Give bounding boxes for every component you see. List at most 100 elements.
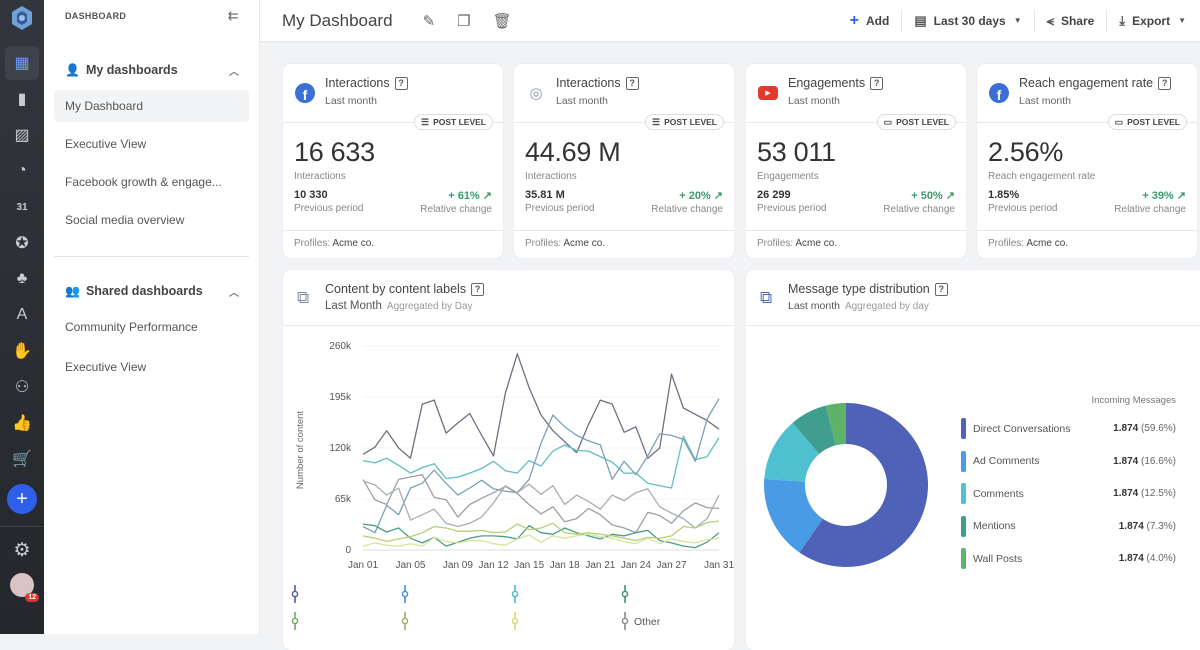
profiles-value: Acme co. [332, 238, 375, 249]
export-dropdown[interactable]: ⤓ Export ▼ [1107, 10, 1200, 32]
share-button[interactable]: ⪪ Share [1035, 9, 1108, 32]
multi-network-icon: ◎ [529, 85, 543, 102]
legend-label: Ad Comments [973, 455, 1040, 467]
plus-icon: + [849, 11, 860, 29]
previous-label: Previous period [294, 203, 364, 214]
group-my-dashboards[interactable]: 👤 My dashboards ︿ [44, 56, 259, 84]
shield-icon[interactable]: A [5, 298, 39, 332]
previous-value: 35.81 M [525, 189, 565, 201]
listening-icon[interactable]: ◔ [5, 154, 39, 188]
sidebar-item-my-dashboard[interactable]: My Dashboard [54, 90, 249, 122]
legend-value: 1.874 (59.6%) [1113, 423, 1176, 434]
app-logo-icon[interactable] [8, 4, 36, 32]
notification-badge: 12 [25, 593, 39, 602]
chart-title: Content by content labels [325, 282, 467, 296]
image-icon[interactable]: ▨ [5, 118, 39, 152]
y-tick-label: 195k [329, 392, 352, 403]
legend-item[interactable]: Direct Conversations 1.874 (59.6%) [961, 418, 1176, 439]
legend-value: 1.874 (16.6%) [1113, 456, 1176, 467]
share-label: Share [1060, 13, 1095, 28]
kpi-value-label: Interactions [294, 171, 346, 182]
legend-percent: (7.3%) [1146, 520, 1176, 532]
kpi-period: Last month [788, 95, 840, 107]
kpi-footer: Profiles: Acme co. [746, 231, 966, 256]
sidebar-item-executive-view[interactable]: Executive View [54, 128, 249, 160]
help-icon[interactable]: ? [934, 282, 948, 296]
hand-plus-icon[interactable]: ✋ [5, 334, 39, 368]
legend-label: Wall Posts [973, 552, 1023, 565]
relative-change-label: Relative change [420, 204, 492, 215]
duplicate-icon[interactable]: ❐ [457, 12, 470, 30]
legend-marker [621, 590, 629, 598]
kpi-value: 44.69 M [525, 137, 621, 167]
sidebar-item-community-performance[interactable]: Community Performance [54, 311, 249, 343]
caret-down-icon: ▼ [1013, 16, 1022, 25]
x-tick-label: Jan 15 [514, 560, 544, 571]
chart-period: Last Month [325, 300, 382, 312]
chevron-up-icon[interactable]: ︿ [229, 284, 239, 299]
legend-count: 1.874 [1113, 455, 1139, 467]
legend-marker [511, 590, 519, 598]
legend-count: 1.874 [1113, 423, 1139, 434]
relative-change: + 39% ↗ [1142, 190, 1186, 202]
kpi-card: ▶ Engagements? Last month ▭ POST LEVEL 53… [746, 64, 966, 258]
add-label: Add [866, 13, 890, 28]
group-shared-dashboards[interactable]: 👥 Shared dashboards ︿ [44, 277, 259, 305]
legend-item[interactable]: Comments 1.874 (12.5%) [961, 483, 1176, 504]
profiles-label: Profiles: [757, 238, 794, 249]
legend-item[interactable]: Ad Comments 1.874 (16.6%) [961, 450, 1176, 472]
series-line [362, 480, 720, 529]
relative-change-label: Relative change [1114, 204, 1186, 215]
export-label: Export [1132, 13, 1171, 28]
bar-chart-icon[interactable]: ▮ [5, 82, 39, 116]
sidebar-item-shared-executive-view[interactable]: Executive View [54, 351, 249, 383]
kpi-value: 16 633 [294, 137, 375, 167]
date-range-label: Last 30 days [933, 13, 1006, 28]
previous-value: 26 299 [757, 189, 791, 201]
help-icon[interactable]: ? [1158, 76, 1172, 90]
previous-value: 10 330 [294, 189, 328, 201]
legend-marker [291, 617, 299, 625]
cart-icon[interactable]: 🛒 [5, 442, 39, 476]
sidebar-item-facebook-growth[interactable]: Facebook growth & engage... [54, 166, 249, 198]
help-icon[interactable]: ? [471, 282, 485, 296]
legend-item[interactable]: Wall Posts 1.874 (4.0%) [961, 548, 1176, 569]
help-icon[interactable]: ? [625, 76, 639, 90]
user-avatar[interactable]: 12 [10, 573, 39, 602]
message-stack-icon: ⧉ [760, 288, 773, 307]
help-icon[interactable]: ? [394, 76, 408, 90]
legend-label: Comments [973, 487, 1024, 500]
legend-marker [401, 590, 409, 598]
sidebar-item-social-media-overview[interactable]: Social media overview [54, 204, 249, 236]
create-button[interactable]: + [7, 484, 37, 514]
relative-change: + 20% ↗ [679, 190, 723, 202]
profiles-label: Profiles: [525, 238, 562, 249]
x-tick-label: Jan 12 [479, 560, 509, 571]
settings-icon[interactable]: ⚙ [5, 533, 39, 567]
bot-icon[interactable]: ⚇ [5, 370, 39, 404]
edit-icon[interactable]: ✎ [423, 12, 436, 30]
trash-icon[interactable]: 🗑 [493, 12, 512, 30]
kpi-value-label: Interactions [525, 171, 577, 182]
hierarchy-icon[interactable]: ♣ [5, 262, 39, 296]
y-tick-label: 260k [329, 341, 352, 352]
kpi-card: ◎ Interactions? Last month ☰ POST LEVEL 4… [514, 64, 734, 258]
legend-label: Other [634, 616, 661, 628]
x-tick-label: Jan 21 [585, 560, 615, 571]
collapse-sidebar-icon[interactable]: ⇇ [228, 8, 239, 24]
youtube-icon: ▶ [758, 86, 778, 100]
help-icon[interactable]: ? [870, 76, 884, 90]
add-button[interactable]: + Add [838, 9, 903, 32]
content-stack-icon: ⧉ [297, 288, 310, 307]
thumbs-up-icon[interactable]: 👍 [5, 406, 39, 440]
calendar-icon[interactable]: 31 [5, 190, 39, 224]
legend-swatch [961, 483, 966, 504]
legend-item[interactable]: Mentions 1.874 (7.3%) [961, 515, 1176, 537]
kpi-title: Interactions [325, 76, 390, 90]
dashboard-icon[interactable]: ▦ [5, 46, 39, 80]
chevron-up-icon[interactable]: ︿ [229, 63, 239, 78]
previous-value: 1.85% [988, 189, 1020, 201]
donut-chart [764, 403, 928, 567]
date-range-dropdown[interactable]: ▤ Last 30 days ▼ [902, 9, 1035, 32]
star-badge-icon[interactable]: ✪ [5, 226, 39, 260]
